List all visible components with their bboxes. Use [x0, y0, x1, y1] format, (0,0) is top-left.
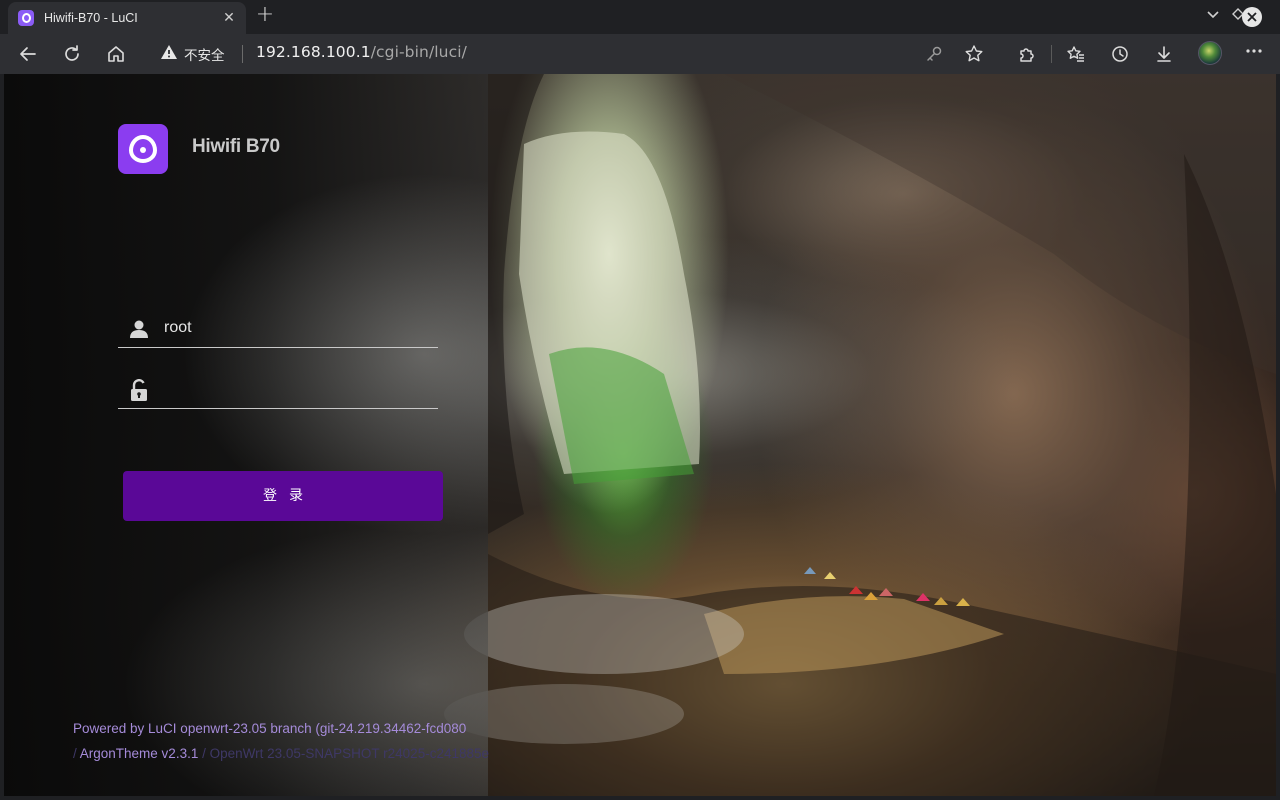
url-path: /cgi-bin/luci/	[370, 43, 467, 61]
address-bar[interactable]: 192.168.100.1/cgi-bin/luci/	[256, 43, 467, 61]
more-menu-icon[interactable]	[1242, 42, 1266, 65]
history-icon[interactable]	[1108, 42, 1132, 66]
chevron-down-icon[interactable]	[1203, 8, 1223, 24]
new-tab-button[interactable]: +	[254, 4, 276, 27]
footer-luci-link[interactable]: Powered by LuCI openwrt-23.05 branch (gi…	[73, 716, 489, 741]
star-icon[interactable]	[962, 42, 986, 66]
warning-icon	[160, 44, 178, 64]
security-label: 不安全	[184, 48, 225, 64]
url-host: 192.168.100.1	[256, 43, 371, 61]
user-icon	[128, 318, 150, 340]
back-icon[interactable]	[16, 42, 40, 66]
download-icon[interactable]	[1152, 42, 1176, 66]
reload-icon[interactable]	[60, 42, 84, 66]
toolbar-divider	[1051, 45, 1052, 63]
footer-openwrt-version: / OpenWrt 23.05-SNAPSHOT r24025-c241885e	[198, 746, 489, 761]
key-icon[interactable]	[922, 42, 946, 66]
username-field	[118, 310, 438, 348]
router-logo-icon	[118, 124, 168, 174]
window-close-button[interactable]	[1242, 7, 1262, 27]
login-button[interactable]: 登录	[123, 471, 443, 521]
tab-title: Hiwifi-B70 - LuCI	[44, 11, 138, 25]
page-viewport: Hiwifi B70 登录 Powered by LuCI openwrt-23…	[4, 74, 1276, 796]
browser-tab[interactable]: Hiwifi-B70 - LuCI ✕	[8, 2, 246, 34]
footer-separator: /	[73, 746, 80, 761]
password-field	[118, 371, 438, 409]
security-indicator[interactable]: 不安全	[160, 44, 225, 64]
login-panel: Hiwifi B70 登录 Powered by LuCI openwrt-23…	[4, 74, 489, 796]
footer-version-line: / ArgonTheme v2.3.1 / OpenWrt 23.05-SNAP…	[73, 741, 489, 766]
username-input[interactable]	[164, 314, 434, 342]
url-separator	[242, 45, 243, 63]
browser-toolbar: 不安全 192.168.100.1/cgi-bin/luci/	[0, 34, 1280, 74]
favorites-icon[interactable]	[1064, 42, 1088, 66]
profile-avatar[interactable]	[1198, 41, 1222, 65]
home-icon[interactable]	[104, 42, 128, 66]
luci-favicon-icon	[18, 10, 34, 26]
extensions-icon[interactable]	[1015, 42, 1039, 66]
brand-title: Hiwifi B70	[192, 136, 280, 157]
password-input[interactable]	[164, 375, 434, 403]
close-tab-icon[interactable]: ✕	[220, 10, 238, 26]
browser-tab-bar: Hiwifi-B70 - LuCI ✕ +	[0, 0, 1280, 34]
unlock-icon	[128, 379, 150, 401]
footer-theme-link[interactable]: ArgonTheme v2.3.1	[80, 746, 199, 761]
footer: Powered by LuCI openwrt-23.05 branch (gi…	[73, 716, 489, 766]
